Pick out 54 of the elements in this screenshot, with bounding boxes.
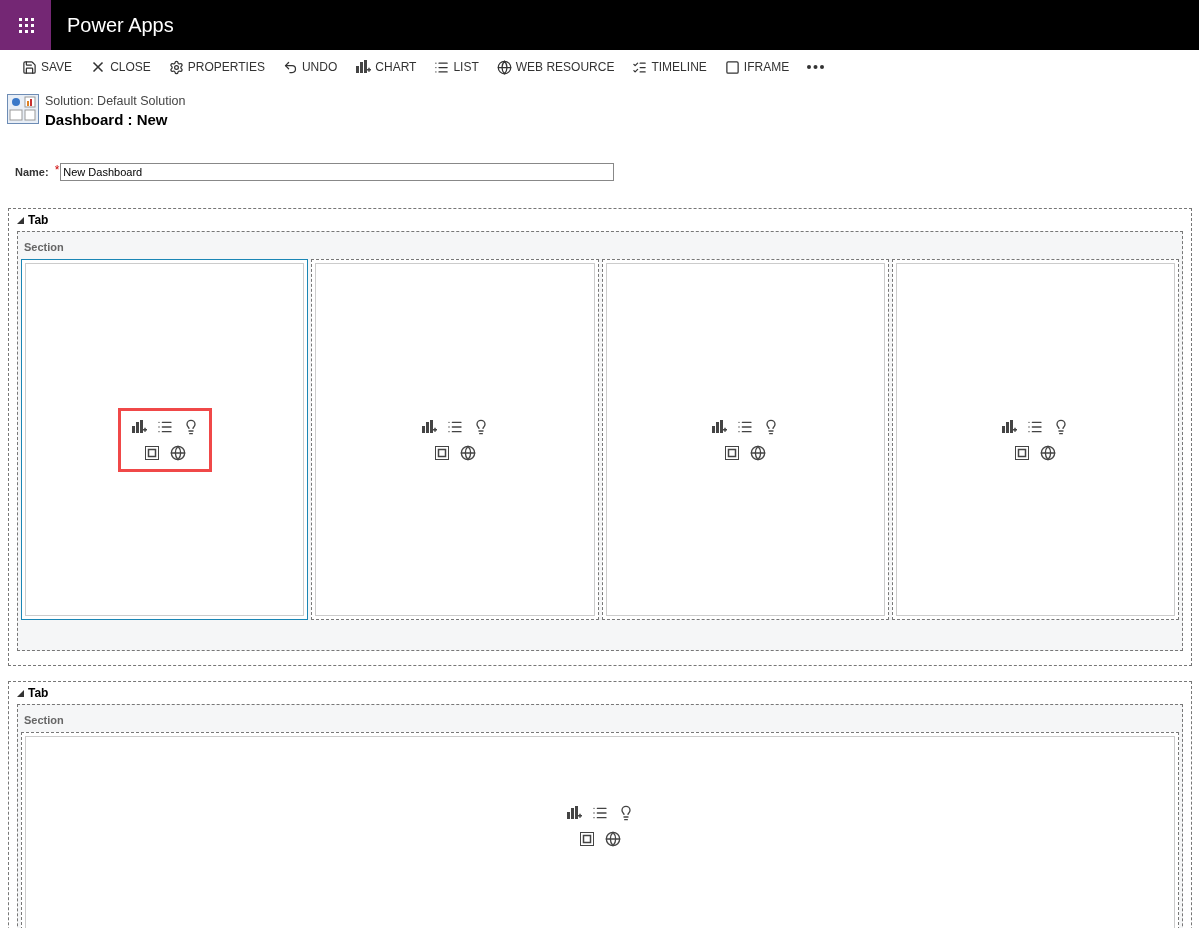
insert-chart-icon[interactable] [711,418,728,435]
globe-icon [496,59,512,75]
insert-iframe-icon[interactable] [579,831,595,847]
app-launcher-button[interactable] [0,0,51,50]
insert-iframe-icon[interactable] [1014,444,1031,461]
page-title: Dashboard : New [45,111,169,128]
component-cell[interactable] [311,259,599,620]
save-button[interactable]: SAVE [14,55,81,79]
more-icon [807,65,825,69]
section-label: Section [24,714,65,726]
insert-iframe-icon[interactable] [143,444,160,461]
tab-header[interactable]: Tab [17,686,49,704]
insert-web-resource-icon[interactable] [605,831,621,847]
insert-iframe-icon[interactable] [433,444,450,461]
iframe-button[interactable]: IFRAME [716,55,798,79]
undo-button[interactable]: UNDO [274,55,346,79]
section-label: Section [24,241,65,253]
timeline-button[interactable]: TIMELINE [624,55,715,79]
list-icon [434,59,450,75]
waffle-icon [17,17,34,33]
insert-chart-icon[interactable] [566,805,582,821]
name-input-field[interactable]: New Dashboard [60,162,615,181]
insert-list-icon[interactable] [592,805,608,821]
checklist-icon [632,59,648,75]
insert-chart-icon[interactable] [420,418,437,435]
required-mark: * [54,163,60,177]
web-resource-button[interactable]: WEB RESOURCE [488,55,623,79]
chart-button[interactable]: CHART [347,55,425,79]
insert-iframe-icon[interactable] [724,444,741,461]
list-button[interactable]: LIST [426,55,487,79]
square-icon [724,59,740,75]
insert-web-resource-icon[interactable] [750,444,767,461]
undo-icon [282,59,298,75]
insert-web-resource-icon[interactable] [169,444,186,461]
insert-web-resource-icon[interactable] [459,444,476,461]
settings-icon [168,59,184,75]
component-cell[interactable] [21,259,309,620]
app-title: Power Apps [67,13,174,37]
component-cell[interactable] [891,259,1179,620]
solution-name: Solution: Default Solution [45,94,186,108]
insert-web-resource-icon[interactable] [1040,444,1057,461]
dashboard-icon [7,94,39,124]
bar-chart-plus-icon [355,59,372,75]
collapse-icon [17,216,24,224]
tab-header[interactable]: Tab [17,213,49,231]
close-button[interactable]: CLOSE [82,55,159,79]
component-cell[interactable] [601,259,889,620]
save-icon [22,59,37,75]
insert-chart-icon[interactable] [1001,418,1018,435]
name-label: Name: [15,165,49,178]
properties-button[interactable]: PROPERTIES [160,55,273,79]
insert-assistant-icon[interactable] [618,805,634,821]
insert-chart-icon[interactable] [130,418,147,435]
collapse-icon [17,689,24,697]
